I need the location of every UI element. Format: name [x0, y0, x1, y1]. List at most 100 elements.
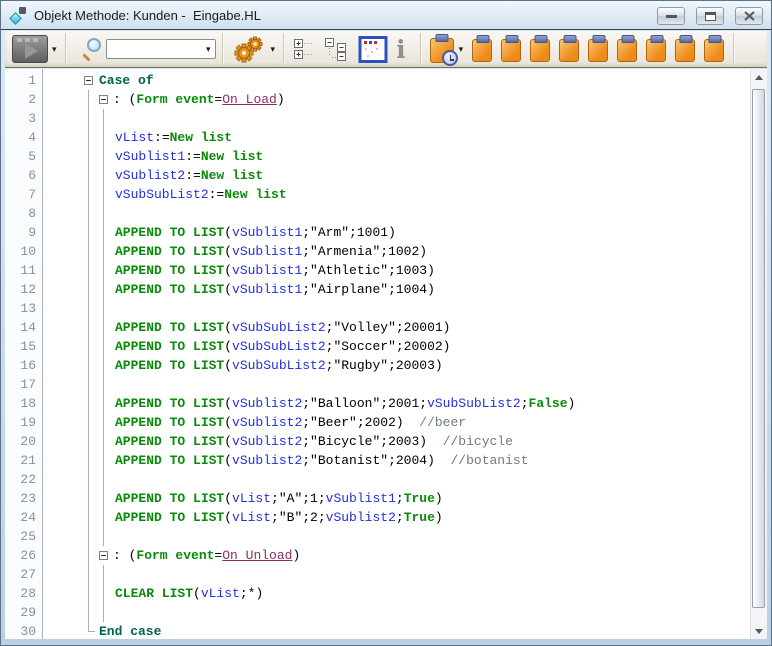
code-text: APPEND TO LIST(vSublist1;"Airplane";1004… [43, 280, 435, 299]
minimize-button[interactable] [657, 7, 685, 25]
title-bar[interactable]: Objekt Methode: Kunden - Eingabe.HL [1, 1, 771, 30]
clipboard-history-button[interactable] [429, 34, 455, 64]
line-number[interactable]: 5 [5, 147, 43, 166]
line-number[interactable]: 12 [5, 280, 43, 299]
code-line[interactable]: 25 [5, 527, 750, 546]
line-number[interactable]: 4 [5, 128, 43, 147]
collapse-all-button[interactable] [324, 37, 348, 61]
line-number[interactable]: 8 [5, 204, 43, 223]
line-number[interactable]: 16 [5, 356, 43, 375]
fold-collapse-icon[interactable] [84, 76, 93, 85]
code-line[interactable]: 18APPEND TO LIST(vSublist2;"Balloon";200… [5, 394, 750, 413]
line-number[interactable]: 17 [5, 375, 43, 394]
line-number[interactable]: 21 [5, 451, 43, 470]
scroll-up-button[interactable] [751, 69, 767, 85]
code-line[interactable]: 3 [5, 109, 750, 128]
scrollbar-thumb[interactable] [752, 89, 765, 608]
code-line[interactable]: 7vSubSubList2:=New list [5, 185, 750, 204]
code-line[interactable]: 23APPEND TO LIST(vList;"A";1;vSublist1;T… [5, 489, 750, 508]
line-number[interactable]: 30 [5, 622, 43, 639]
clipboard-3-button[interactable] [529, 35, 553, 63]
search-input[interactable] [107, 41, 202, 57]
line-number[interactable]: 11 [5, 261, 43, 280]
code-line[interactable]: 12APPEND TO LIST(vSublist1;"Airplane";10… [5, 280, 750, 299]
run-dropdown-chevron-icon[interactable]: ▾ [52, 45, 57, 54]
line-number[interactable]: 10 [5, 242, 43, 261]
line-number[interactable]: 1 [5, 71, 43, 90]
scroll-down-button[interactable] [751, 623, 767, 639]
clipboard-2-button[interactable] [500, 35, 524, 63]
line-number[interactable]: 2 [5, 90, 43, 109]
expand-all-button[interactable] [293, 37, 315, 61]
line-number[interactable]: 23 [5, 489, 43, 508]
fold-guide-line [103, 356, 104, 375]
fold-collapse-icon[interactable] [99, 95, 108, 104]
code-line[interactable]: 9APPEND TO LIST(vSublist1;"Arm";1001) [5, 223, 750, 242]
clipboard-5-button[interactable] [587, 35, 611, 63]
line-number[interactable]: 18 [5, 394, 43, 413]
clipboard-8-button[interactable] [674, 35, 698, 63]
code-editor[interactable]: 1Case of2: (Form event=On Load)34vList:=… [5, 69, 767, 639]
line-number[interactable]: 15 [5, 337, 43, 356]
token-pln: ( [224, 263, 232, 278]
line-number[interactable]: 28 [5, 584, 43, 603]
line-number[interactable]: 3 [5, 109, 43, 128]
line-number[interactable]: 14 [5, 318, 43, 337]
clipboard-1-button[interactable] [471, 35, 495, 63]
clipboard-4-button[interactable] [558, 35, 582, 63]
fold-guide-line [103, 413, 104, 432]
line-number[interactable]: 9 [5, 223, 43, 242]
code-line[interactable]: 26: (Form event=On Unload) [5, 546, 750, 565]
code-line[interactable]: 29 [5, 603, 750, 622]
line-number[interactable]: 6 [5, 166, 43, 185]
line-number[interactable]: 19 [5, 413, 43, 432]
code-line[interactable]: 19APPEND TO LIST(vSublist2;"Beer";2002) … [5, 413, 750, 432]
code-line[interactable]: 4vList:=New list [5, 128, 750, 147]
line-number[interactable]: 25 [5, 527, 43, 546]
code-line[interactable]: 10APPEND TO LIST(vSublist1;"Armenia";100… [5, 242, 750, 261]
restore-button[interactable] [696, 7, 724, 25]
code-line[interactable]: 1Case of [5, 71, 750, 90]
code-line[interactable]: 20APPEND TO LIST(vSublist2;"Bicycle";200… [5, 432, 750, 451]
code-line[interactable]: 2: (Form event=On Load) [5, 90, 750, 109]
line-number[interactable]: 22 [5, 470, 43, 489]
line-number[interactable]: 24 [5, 508, 43, 527]
run-method-button[interactable] [5, 35, 48, 63]
clipboard-9-button[interactable] [703, 35, 727, 63]
code-line[interactable]: 21APPEND TO LIST(vSublist2;"Botanist";20… [5, 451, 750, 470]
close-button[interactable] [735, 7, 763, 25]
clipboard-history-chevron-icon[interactable]: ▾ [459, 45, 464, 54]
code-line[interactable]: 5vSublist1:=New list [5, 147, 750, 166]
macros-dropdown-chevron-icon[interactable]: ▾ [271, 45, 276, 54]
fold-guide-line [88, 451, 89, 470]
clipboard-6-button[interactable] [616, 35, 640, 63]
code-line[interactable]: 24APPEND TO LIST(vList;"B";2;vSublist2;T… [5, 508, 750, 527]
code-line[interactable]: 6vSublist2:=New list [5, 166, 750, 185]
search-dropdown-chevron-icon[interactable]: ▾ [206, 45, 211, 54]
code-line[interactable]: 30End case [5, 622, 750, 639]
code-line[interactable]: 28CLEAR LIST(vList;*) [5, 584, 750, 603]
code-line[interactable]: 15APPEND TO LIST(vSubSubList2;"Soccer";2… [5, 337, 750, 356]
code-line[interactable]: 27 [5, 565, 750, 584]
code-line[interactable]: 13 [5, 299, 750, 318]
line-number[interactable]: 20 [5, 432, 43, 451]
information-button[interactable]: i [388, 37, 414, 62]
line-number[interactable]: 26 [5, 546, 43, 565]
line-number[interactable]: 27 [5, 565, 43, 584]
line-number[interactable]: 29 [5, 603, 43, 622]
code-line[interactable]: 16APPEND TO LIST(vSubSubList2;"Rugby";20… [5, 356, 750, 375]
clipboard-7-button[interactable] [645, 35, 669, 63]
vertical-scrollbar[interactable] [750, 69, 767, 639]
token-bool: False [529, 396, 568, 411]
code-line[interactable]: 17 [5, 375, 750, 394]
code-line-body: APPEND TO LIST(vSubSubList2;"Volley";200… [43, 318, 750, 337]
fold-collapse-icon[interactable] [99, 551, 108, 560]
code-line[interactable]: 8 [5, 204, 750, 223]
code-line[interactable]: 11APPEND TO LIST(vSublist1;"Athletic";10… [5, 261, 750, 280]
line-number[interactable]: 13 [5, 299, 43, 318]
line-number[interactable]: 7 [5, 185, 43, 204]
macros-button[interactable] [233, 35, 267, 63]
code-line[interactable]: 14APPEND TO LIST(vSubSubList2;"Volley";2… [5, 318, 750, 337]
code-line[interactable]: 22 [5, 470, 750, 489]
method-properties-button[interactable] [358, 36, 388, 63]
